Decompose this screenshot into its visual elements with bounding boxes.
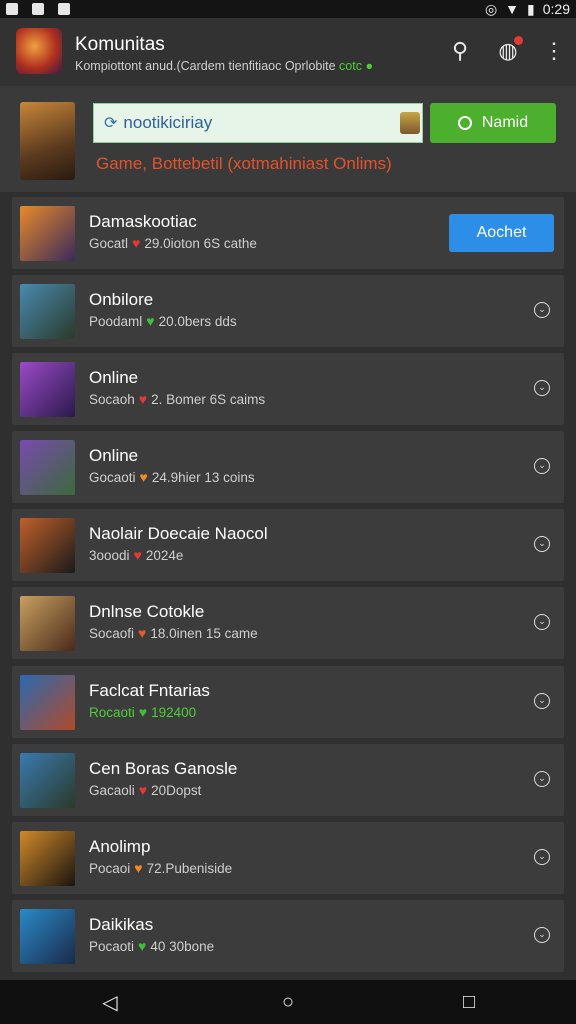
- circle-icon: [457, 116, 472, 130]
- wifi-icon: ▼: [505, 1, 520, 17]
- online-dot-icon: ●: [365, 59, 374, 73]
- heart-icon: ♥: [146, 313, 155, 329]
- game-title: Online: [89, 446, 139, 465]
- game-meta: Gacaoli ♥ 20Dopst: [89, 782, 202, 798]
- game-card[interactable]: Damaskootiac Gocatl ♥ 29.0ioton 6S cathe Aoc…: [12, 197, 564, 269]
- game-thumbnail: [20, 206, 75, 261]
- game-card[interactable]: Anolimp Pocaoi ♥ 72.Pubeniside ⌄: [12, 822, 564, 894]
- heart-icon: ♥: [138, 938, 147, 954]
- chevron-down-icon[interactable]: ⌄: [534, 302, 550, 318]
- game-action-button[interactable]: Aochet: [449, 214, 554, 252]
- app-icon: [6, 3, 18, 15]
- game-meta: Pocaoti ♥ 40 30bone: [89, 938, 215, 954]
- app-icon: [58, 3, 70, 15]
- game-thumbnail: [20, 675, 75, 730]
- game-thumbnail: [20, 831, 75, 886]
- back-icon: ◁: [102, 991, 118, 1014]
- home-button[interactable]: ○: [276, 990, 300, 1014]
- game-meta: Pocaoi ♥ 72.Pubeniside: [89, 860, 233, 876]
- recents-icon: □: [462, 990, 476, 1013]
- game-meta: Poodaml ♥ 20.0bers dds: [89, 313, 237, 329]
- game-title: Cen Boras Ganosle: [89, 759, 238, 778]
- home-icon: ○: [281, 990, 295, 1013]
- hero-section: ⟳ nootikiciriay Namid Game, Bottebetil (…: [0, 86, 576, 192]
- game-meta: 3ooodi ♥ 2024e: [89, 547, 184, 563]
- game-title: Daikikas: [89, 915, 154, 934]
- game-meta: Socaofi ♥ 18.0inen 15 came: [89, 625, 258, 641]
- app-bar: Komunitas Kompiottont anud.(Cardem tienf…: [0, 18, 576, 86]
- more-button[interactable]: ⋮: [541, 38, 567, 64]
- game-meta: Rocaoti ♥ 192400: [89, 704, 197, 720]
- navigation-bar: ◁ ○ □: [0, 980, 576, 1024]
- heart-icon: ♥: [134, 860, 143, 876]
- game-meta: Socaoh ♥ 2. Bomer 6S caims: [89, 391, 266, 407]
- game-thumbnail: [20, 362, 75, 417]
- game-thumbnail: [20, 518, 75, 573]
- game-title: Anolimp: [89, 837, 151, 856]
- heart-icon: ♥: [138, 625, 147, 641]
- status-bar: ◎ ▼ ▮ 0:29: [0, 0, 576, 18]
- game-thumbnail: [20, 284, 75, 339]
- game-thumbnail: [20, 909, 75, 964]
- game-thumbnail: [20, 596, 75, 651]
- game-card[interactable]: Cen Boras Ganosle Gacaoli ♥ 20Dopst ⌄: [12, 744, 564, 816]
- search-icon: ⚲: [451, 38, 469, 63]
- chevron-down-icon[interactable]: ⌄: [534, 380, 550, 396]
- chevron-down-icon[interactable]: ⌄: [534, 536, 550, 552]
- back-button[interactable]: ◁: [98, 990, 122, 1014]
- heart-icon: ♥: [132, 235, 141, 251]
- notification-badge: [514, 36, 523, 45]
- hero-image: [20, 102, 75, 180]
- game-card[interactable]: Online Gocaoti ♥ 24.9hier 13 coins ⌄: [12, 431, 564, 503]
- search-value: nootikiciriay: [123, 113, 213, 132]
- game-thumbnail: [20, 440, 75, 495]
- chevron-down-icon[interactable]: ⌄: [534, 693, 550, 709]
- game-title: Online: [89, 368, 139, 387]
- search-avatar: [400, 112, 420, 134]
- heart-icon: ♥: [139, 469, 148, 485]
- app-logo: [16, 28, 62, 74]
- game-title: Faclcat Fntarias: [89, 681, 210, 700]
- game-card[interactable]: Onbilore Poodaml ♥ 20.0bers dds ⌄: [12, 275, 564, 347]
- game-thumbnail: [20, 753, 75, 808]
- game-card[interactable]: Dnlnse Cotokle Socaofi ♥ 18.0inen 15 came ⌄: [12, 587, 564, 659]
- search-button[interactable]: ⚲: [447, 38, 473, 64]
- search-input[interactable]: ⟳ nootikiciriay: [93, 103, 423, 143]
- game-meta: Gocaoti ♥ 24.9hier 13 coins: [89, 469, 255, 485]
- heart-icon: ♥: [138, 704, 148, 720]
- page-title: Komunitas: [75, 34, 165, 55]
- game-card[interactable]: Online Socaoh ♥ 2. Bomer 6S caims ⌄: [12, 353, 564, 425]
- page-subtitle: Kompiottont anud.(Cardem tienfitiaoc Opr…: [75, 59, 373, 73]
- notification-button[interactable]: ◍: [495, 36, 523, 64]
- search-icon: ⟳: [104, 115, 118, 132]
- chevron-down-icon[interactable]: ⌄: [534, 614, 550, 630]
- join-button[interactable]: Namid: [430, 103, 556, 143]
- game-meta: Gocatl ♥ 29.0ioton 6S cathe: [89, 235, 257, 251]
- battery-icon: ▮: [527, 0, 535, 17]
- join-button-label: Namid: [481, 114, 529, 131]
- subtitle-text: Kompiottont anud.(Cardem tienfitiaoc Opr…: [75, 59, 336, 73]
- game-card[interactable]: Naolair Doecaie Naocol 3ooodi ♥ 2024e ⌄: [12, 509, 564, 581]
- game-card[interactable]: Faclcat Fntarias Rocaoti ♥ 192400 ⌄: [12, 666, 564, 738]
- app-icon: [32, 3, 44, 15]
- heart-icon: ♥: [133, 547, 142, 563]
- recents-button[interactable]: □: [457, 990, 481, 1014]
- hero-note: Game, Bottebetil (xotmahiniast Onlims): [96, 154, 392, 173]
- game-title: Onbilore: [89, 290, 154, 309]
- chevron-down-icon[interactable]: ⌄: [534, 927, 550, 943]
- heart-icon: ♥: [138, 782, 148, 798]
- location-icon: ◎: [484, 0, 498, 17]
- more-vert-icon: ⋮: [543, 38, 565, 63]
- game-title: Naolair Doecaie Naocol: [89, 524, 268, 543]
- subtitle-status: cotc: [339, 59, 362, 73]
- game-title: Dnlnse Cotokle: [89, 602, 205, 621]
- chevron-down-icon[interactable]: ⌄: [534, 771, 550, 787]
- chevron-down-icon[interactable]: ⌄: [534, 458, 550, 474]
- status-time: 0:29: [542, 1, 570, 17]
- game-title: Damaskootiac: [89, 212, 197, 231]
- chevron-down-icon[interactable]: ⌄: [534, 849, 550, 865]
- heart-icon: ♥: [138, 391, 148, 407]
- game-card[interactable]: Daikikas Pocaoti ♥ 40 30bone ⌄: [12, 900, 564, 972]
